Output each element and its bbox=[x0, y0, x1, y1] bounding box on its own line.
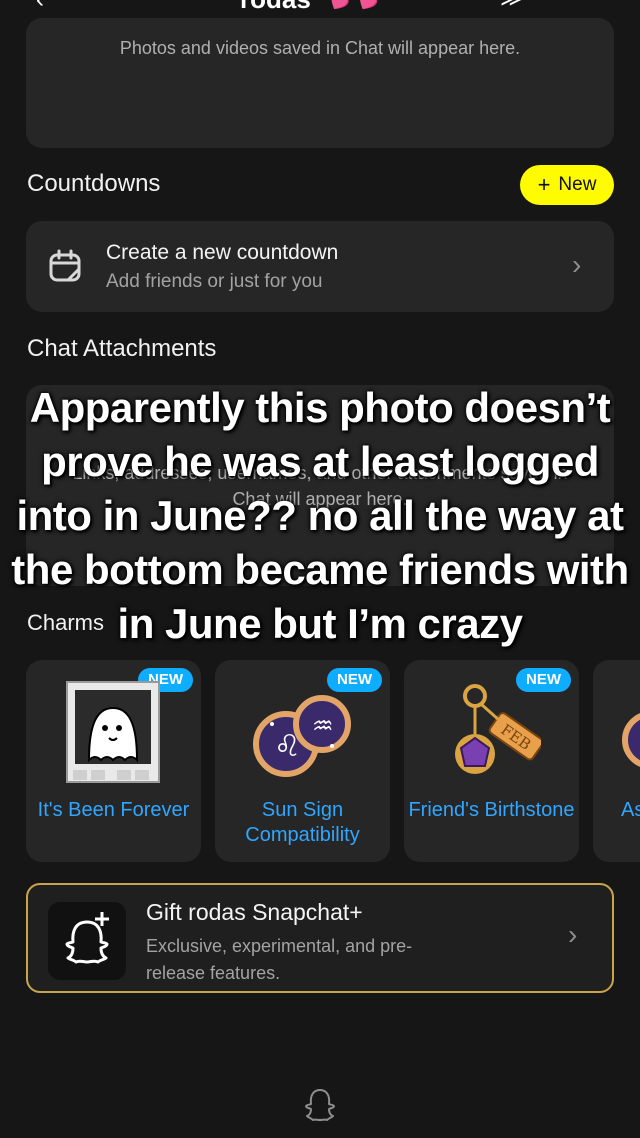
saved-media-empty-message: Photos and videos saved in Chat will app… bbox=[119, 38, 521, 58]
chat-attachments-title: Chat Attachments bbox=[27, 335, 217, 362]
countdowns-title: Countdowns bbox=[27, 170, 161, 197]
chevron-right-icon: › bbox=[572, 249, 582, 280]
ghost-plus-icon bbox=[65, 912, 109, 964]
page-title: rodas bbox=[240, 0, 311, 12]
new-button-label: New bbox=[558, 174, 597, 195]
charm-label: It's Been Forever bbox=[37, 799, 190, 821]
new-countdown-button[interactable]: + New bbox=[520, 165, 614, 205]
calendar-icon bbox=[49, 249, 81, 282]
create-countdown-title: Create a new countdown bbox=[106, 241, 339, 264]
plus-icon: + bbox=[537, 172, 551, 197]
charm-label: Friend's Birthstone bbox=[408, 799, 575, 821]
charm-card-friends-birthstone[interactable]: NEW FEB Friend's Birthstone bbox=[404, 660, 579, 862]
create-countdown-subtitle: Add friends or just for you bbox=[106, 271, 323, 292]
gift-snapchat-plus-subtitle: Exclusive, experimental, and pre-release… bbox=[146, 936, 413, 983]
charm-label: As bbox=[621, 799, 640, 821]
ghost-polaroid-icon bbox=[66, 681, 160, 783]
charm-card-partial[interactable]: As bbox=[593, 660, 640, 862]
snapchat-plus-logo bbox=[48, 902, 126, 980]
svg-text:♒: ♒ bbox=[312, 712, 334, 740]
charm-card-sun-sign-compatibility[interactable]: NEW ♌ ♒ Sun Sign Compatibility bbox=[215, 660, 390, 862]
create-countdown-row[interactable]: Create a new countdown Add friends or ju… bbox=[26, 221, 614, 312]
hearts-emoji: 💕💕 bbox=[330, 0, 388, 11]
top-bar: ‹ rodas 💕💕 ≫ bbox=[0, 0, 640, 12]
more-icon[interactable]: ≫ bbox=[500, 0, 523, 12]
gift-snapchat-plus-title: Gift rodas Snapchat+ bbox=[146, 899, 363, 925]
saved-media-card: Photos and videos saved in Chat will app… bbox=[26, 18, 614, 148]
zodiac-icon: ♌ ♒ bbox=[253, 695, 351, 777]
svg-text:♌: ♌ bbox=[274, 729, 301, 764]
charm-label: Sun Sign Compatibility bbox=[245, 799, 360, 846]
charm-card-its-been-forever[interactable]: NEW It's Been Forever bbox=[26, 660, 201, 862]
snapchat-ghost-icon[interactable] bbox=[301, 1086, 339, 1124]
chevron-right-icon: › bbox=[568, 919, 578, 950]
gift-snapchat-plus-row[interactable]: Gift rodas Snapchat+ Exclusive, experime… bbox=[26, 883, 614, 993]
charm-icon bbox=[622, 713, 640, 767]
back-arrow-icon[interactable]: ‹ bbox=[36, 0, 44, 12]
caption-overlay: Apparently this photo doesn’t prove he w… bbox=[11, 384, 629, 647]
birthstone-keychain-icon: FEB bbox=[455, 684, 541, 774]
